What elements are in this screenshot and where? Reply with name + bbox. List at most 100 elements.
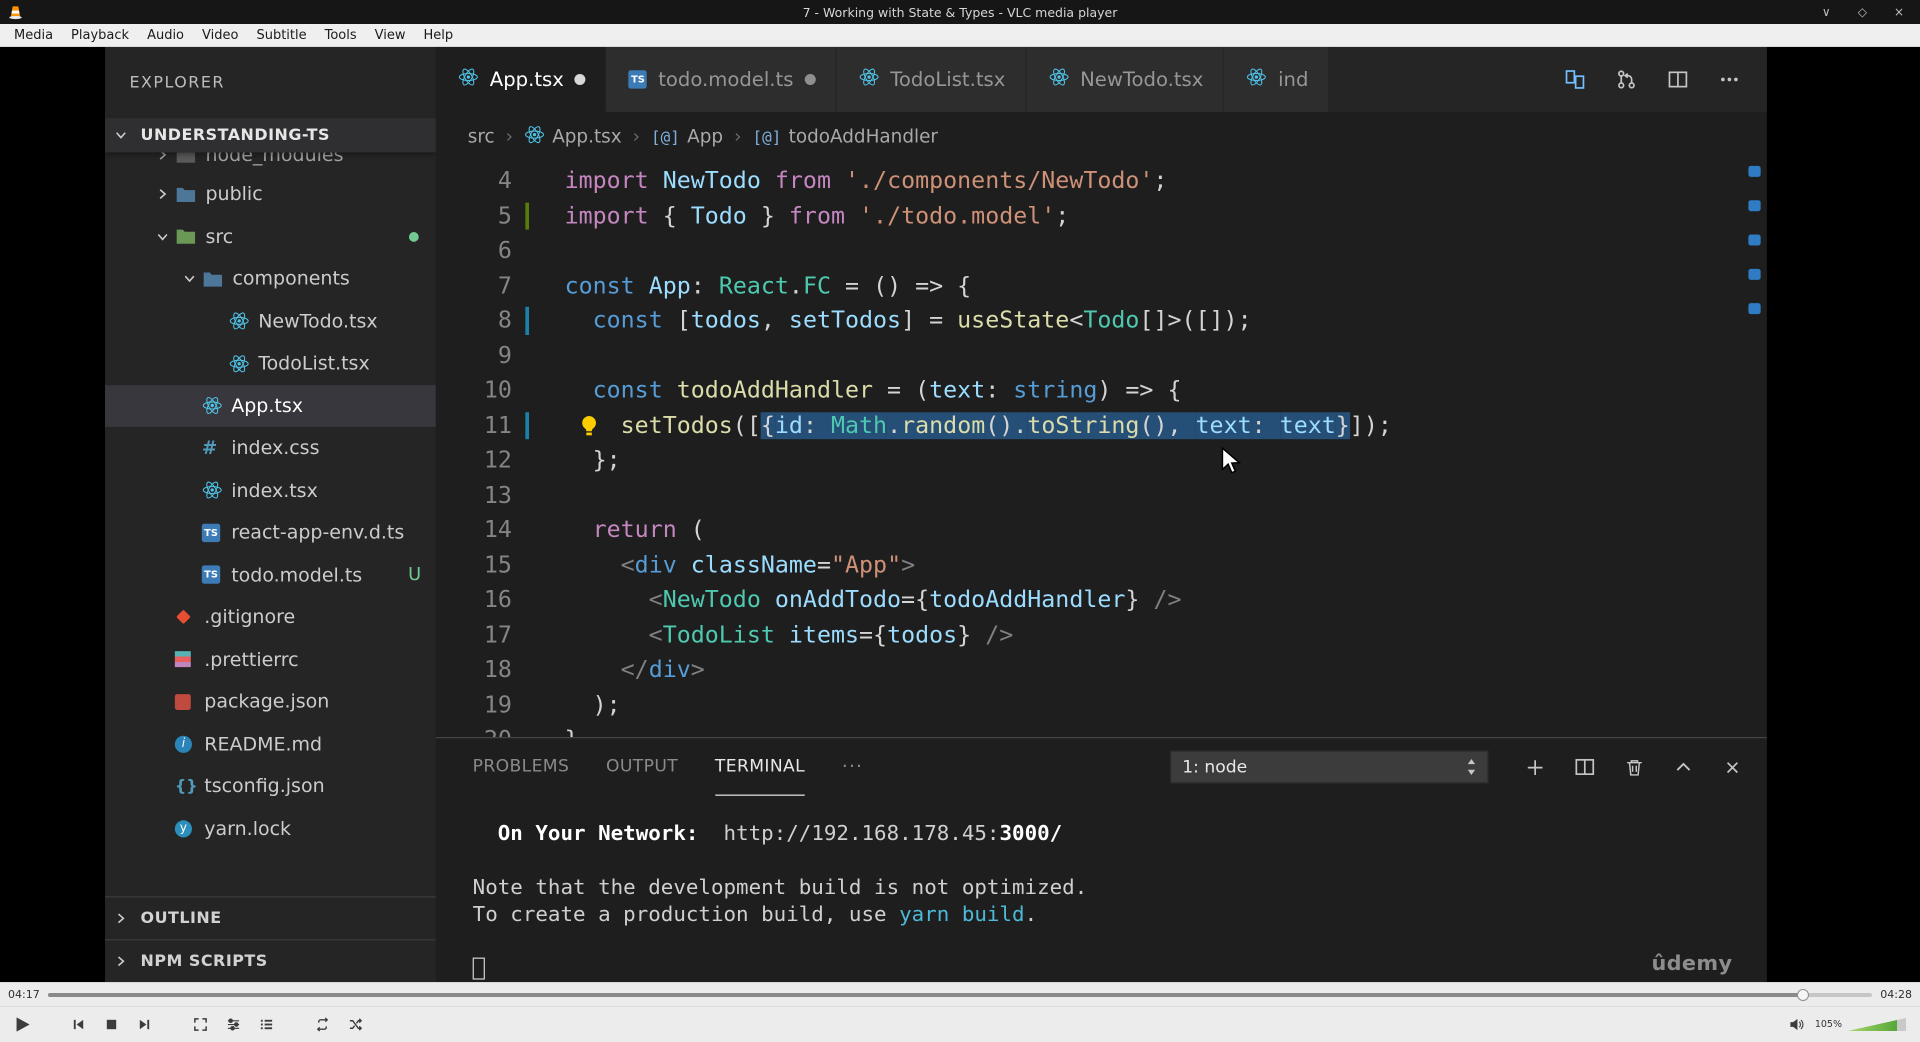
overview-ruler-mark [1748,234,1761,246]
code-line-5[interactable]: 5 import { Todo } from './todo.model'; [436,198,1767,233]
menu-video[interactable]: Video [193,28,247,43]
tree-item-components[interactable]: components [105,258,436,300]
tree-item-app-tsx[interactable]: App.tsx [105,384,436,427]
menu-media[interactable]: Media [5,28,62,43]
tree-item-yarn-lock[interactable]: y yarn.lock [105,807,436,849]
maximize-panel-button[interactable] [1674,757,1694,777]
code-line-12[interactable]: 12 }; [436,443,1767,478]
gutter-slot [512,687,537,722]
seek-handle[interactable] [1796,988,1809,1001]
code-line-19[interactable]: 19 ); [436,687,1767,722]
tree-item-public[interactable]: public [105,173,436,215]
tree-item-prettierrc[interactable]: .prettierrc [105,638,436,680]
npm-scripts-section-header[interactable]: NPM SCRIPTS [105,939,436,982]
panel-tab-terminal[interactable]: TERMINAL [714,738,806,796]
tree-item-tsconfig-json[interactable]: {} tsconfig.json [105,765,436,807]
scrolled-tree-item: node_modules [105,152,436,173]
tab-newtodo-tsx[interactable]: NewTodo.tsx [1026,47,1225,112]
menu-audio[interactable]: Audio [138,28,193,43]
loop-button[interactable] [310,1013,334,1037]
file-label: .gitignore [204,606,296,629]
terminal-selector[interactable]: 1: node [1169,750,1489,784]
file-label: src [205,225,234,248]
code-line-20[interactable]: 20} [436,722,1767,737]
more-actions-button[interactable] [1719,69,1740,90]
code-line-18[interactable]: 18 </div> [436,652,1767,687]
tree-item-todolist-tsx[interactable]: TodoList.tsx [105,342,436,384]
tab-todo-model-ts[interactable]: TS todo.model.ts [606,47,837,112]
line-number: 12 [483,446,512,474]
terminal-content[interactable]: On Your Network: http://192.168.178.45:3… [436,796,1767,982]
playlist-button[interactable] [254,1013,278,1037]
line-number: 13 [483,481,512,509]
code-line-16[interactable]: 16 <NewTodo onAddTodo={todoAddHandler} /… [436,583,1767,618]
tree-item-src[interactable]: src [105,216,436,258]
code-line-15[interactable]: 15 <div className="App"> [436,548,1767,583]
tree-item-gitignore[interactable]: .gitignore [105,596,436,638]
code-line-9[interactable]: 9 [436,338,1767,373]
code-line-4[interactable]: 4 import NewTodo from './components/NewTo… [436,163,1767,198]
volume-slider[interactable] [1848,1018,1906,1031]
workspace-section-header[interactable]: UNDERSTANDING-TS [105,118,436,153]
tree-item-node-modules[interactable]: node_modules [105,152,436,173]
breadcrumb-item-app-tsx[interactable]: App.tsx [524,124,622,150]
maximize-window-button[interactable]: ◇ [1858,6,1867,18]
git-compare-button[interactable] [1616,69,1637,90]
tree-item-react-app-env-d-ts[interactable]: TS react-app-env.d.ts [105,511,436,553]
code-line-14[interactable]: 14 return ( [436,513,1767,548]
seek-slider[interactable] [47,988,1873,1001]
tab-app-tsx[interactable]: App.tsx [435,47,607,112]
speaker-icon[interactable] [1785,1013,1809,1037]
menu-help[interactable]: Help [415,28,463,43]
outline-section-header[interactable]: OUTLINE [105,896,436,939]
tab-ind[interactable]: ind [1224,47,1330,112]
menu-tools[interactable]: Tools [316,28,366,43]
code-text: import { Todo } from './todo.model'; [564,202,1070,229]
tab-todolist-tsx[interactable]: TodoList.tsx [836,47,1027,112]
code-line-11[interactable]: 11 setTodos([{id: Math.random().toString… [436,408,1767,443]
panel-more-tabs-button[interactable]: ··· [842,738,863,796]
breadcrumb-item-app[interactable]: [@] App [651,125,723,147]
tree-item-readme-md[interactable]: i README.md [105,723,436,765]
close-window-button[interactable]: × [1894,6,1904,18]
video-area[interactable]: EXPLORER UNDERSTANDING-TS node_modules pu… [0,47,1920,982]
close-panel-button[interactable] [1723,757,1743,777]
seek-fill [47,992,1803,997]
file-label: yarn.lock [204,817,292,840]
code-area[interactable]: 4 import NewTodo from './components/NewTo… [435,160,1767,737]
stop-button[interactable] [99,1013,123,1037]
menu-subtitle[interactable]: Subtitle [247,28,315,43]
play-button[interactable] [10,1013,34,1037]
code-line-6[interactable]: 6 [436,233,1767,268]
code-line-13[interactable]: 13 [436,478,1767,513]
panel-tab-problems[interactable]: PROBLEMS [473,738,570,796]
new-terminal-button[interactable] [1525,757,1545,777]
fullscreen-button[interactable] [188,1013,212,1037]
minimize-window-button[interactable]: ∨ [1822,6,1831,18]
code-line-17[interactable]: 17 <TodoList items={todos} /> [436,617,1767,652]
code-line-10[interactable]: 10 const todoAddHandler = (text: string)… [436,373,1767,408]
tree-item-index-tsx[interactable]: index.tsx [105,469,436,511]
breadcrumb-item-src[interactable]: src [468,125,495,147]
open-changes-button[interactable] [1565,69,1586,90]
menu-playback[interactable]: Playback [62,28,138,43]
menu-view[interactable]: View [366,28,415,43]
extended-settings-button[interactable] [221,1013,245,1037]
line-number: 10 [483,376,512,404]
previous-button[interactable] [66,1013,90,1037]
line-number: 7 [497,271,512,299]
kill-terminal-button[interactable] [1625,757,1645,777]
tree-item-todo-model-ts[interactable]: TS todo.model.ts U [105,554,436,596]
tree-item-index-css[interactable]: # index.css [105,427,436,469]
panel-tab-output[interactable]: OUTPUT [606,738,678,796]
tree-item-package-json[interactable]: package.json [105,681,436,723]
random-button[interactable] [343,1013,367,1037]
breadcrumb-item-todoaddhandler[interactable]: [@] todoAddHandler [753,125,938,147]
code-line-7[interactable]: 7 const App: React.FC = () => { [436,268,1767,303]
split-editor-button[interactable] [1668,69,1689,90]
lightbulb-icon[interactable] [578,414,600,436]
tree-item-newtodo-tsx[interactable]: NewTodo.tsx [105,300,436,342]
code-line-8[interactable]: 8 const [todos, setTodos] = useState<Tod… [436,303,1767,338]
next-button[interactable] [132,1013,156,1037]
split-terminal-button[interactable] [1574,757,1595,778]
